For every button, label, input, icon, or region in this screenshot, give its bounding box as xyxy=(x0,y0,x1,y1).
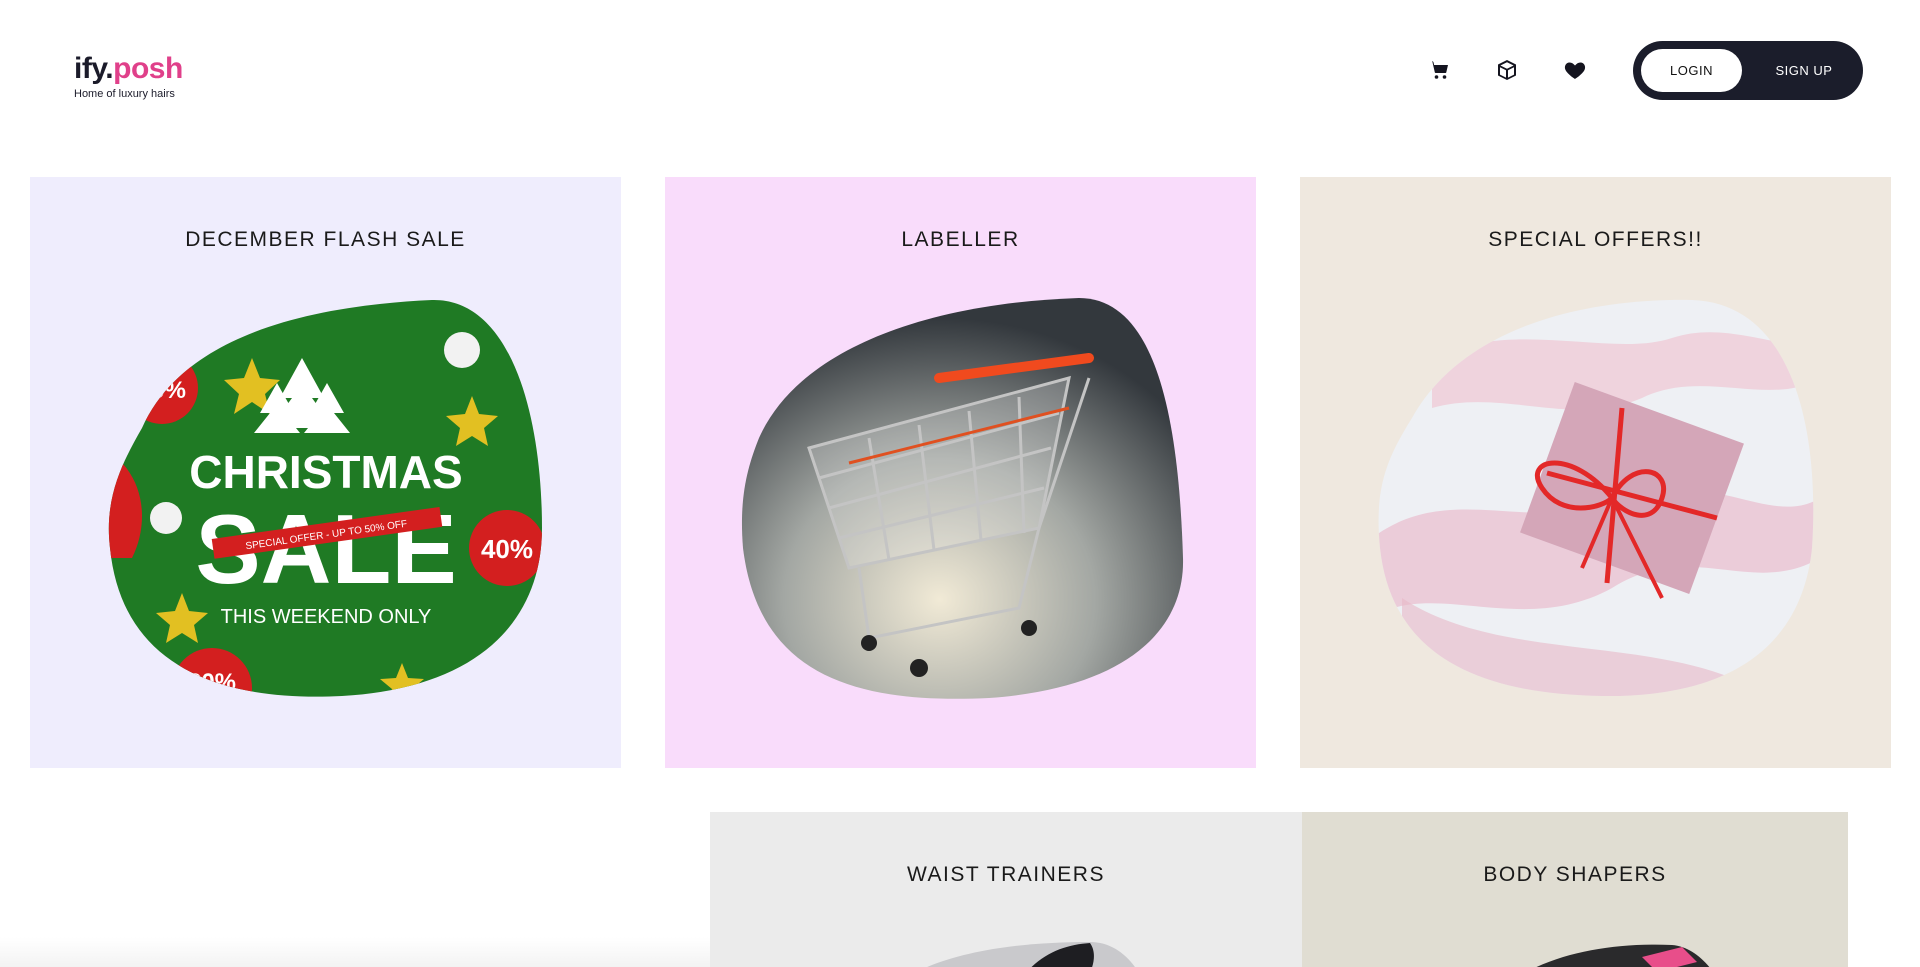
card-title: SPECIAL OFFERS!! xyxy=(1488,228,1703,251)
bottom-fade xyxy=(0,937,710,967)
card-title: LABELLER xyxy=(901,228,1020,251)
christmas-text: CHRISTMAS xyxy=(189,446,462,498)
body-shaper-image xyxy=(1482,937,1732,967)
logo[interactable]: ify.posh Home of luxury hairs xyxy=(74,52,183,100)
page: ify.posh Home of luxury hairs LOGIN SIGN… xyxy=(0,0,1920,967)
card-title: BODY SHAPERS xyxy=(1483,863,1667,886)
auth-toggle: LOGIN SIGN UP xyxy=(1633,41,1863,100)
logo-tagline: Home of luxury hairs xyxy=(74,88,175,100)
card-special-offers[interactable]: SPECIAL OFFERS!! xyxy=(1300,177,1891,768)
card-title: DECEMBER FLASH SALE xyxy=(185,228,466,251)
card-title: WAIST TRAINERS xyxy=(907,863,1105,886)
gift-box-image xyxy=(1372,298,1820,700)
christmas-sale-image: CHRISTMAS SALE SPECIAL OFFER - UP TO 50%… xyxy=(102,298,550,700)
cart-icon[interactable] xyxy=(1426,57,1452,83)
package-icon[interactable] xyxy=(1494,57,1520,83)
shopping-cart-image xyxy=(739,298,1185,700)
header-icons xyxy=(1426,57,1588,83)
signup-button[interactable]: SIGN UP xyxy=(1753,49,1855,92)
waist-trainer-image xyxy=(860,937,1160,967)
weekend-text: THIS WEEKEND ONLY xyxy=(221,606,432,628)
logo-part-2: posh xyxy=(113,52,183,85)
logo-wordmark: ify.posh xyxy=(74,52,183,86)
card-labeller[interactable]: LABELLER xyxy=(665,177,1256,768)
login-button[interactable]: LOGIN xyxy=(1641,49,1742,92)
card-waist-trainers[interactable]: WAIST TRAINERS xyxy=(710,812,1302,967)
card-december-flash-sale[interactable]: DECEMBER FLASH SALE CHRISTMAS SALE SPECI… xyxy=(30,177,621,768)
badge-bottom: 30% xyxy=(188,669,236,696)
badge-right: 40% xyxy=(481,534,533,564)
card-body-shapers[interactable]: BODY SHAPERS xyxy=(1302,812,1848,967)
heart-icon[interactable] xyxy=(1562,57,1588,83)
badge-left: 50% xyxy=(138,377,186,404)
logo-part-1: ify. xyxy=(74,52,114,85)
header: ify.posh Home of luxury hairs LOGIN SIGN… xyxy=(0,0,1920,140)
